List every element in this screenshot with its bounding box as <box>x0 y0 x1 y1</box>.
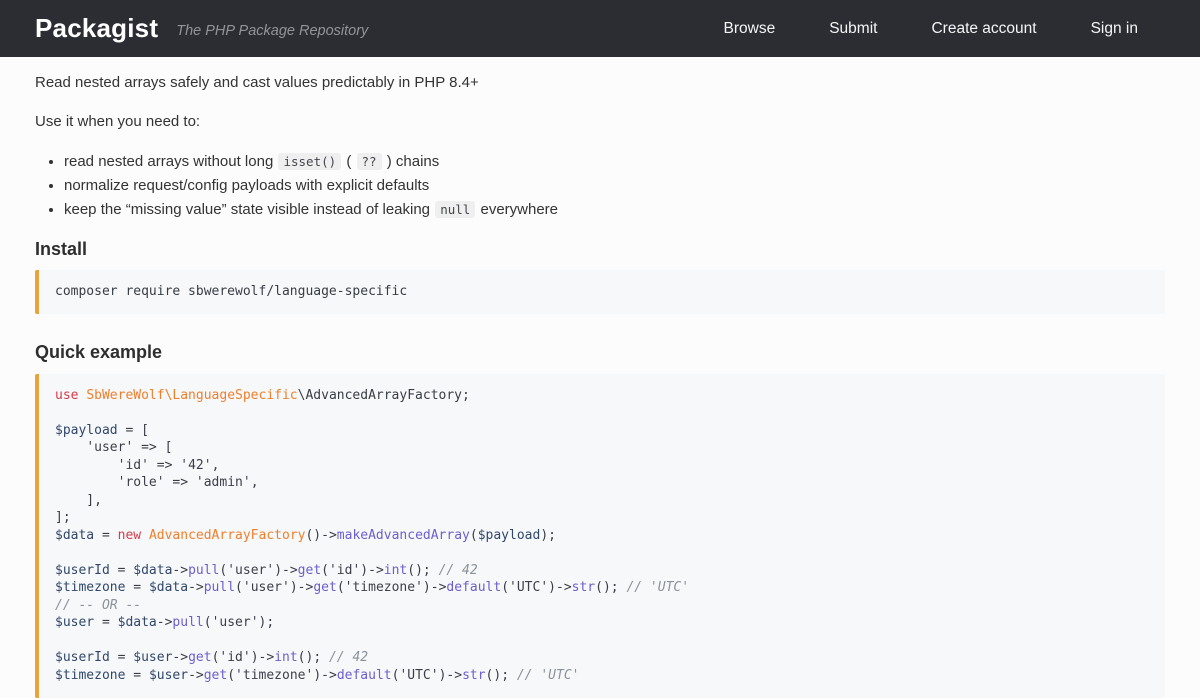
code-line: $user = $data->pull('user'); <box>55 614 1149 632</box>
readme-use-when: Use it when you need to: <box>35 111 1165 133</box>
example-code-block: use SbWereWolf\LanguageSpecific\Advanced… <box>35 374 1165 698</box>
code-line: $payload = [ <box>55 422 1149 440</box>
code-line: 'role' => 'admin', <box>55 474 1149 492</box>
code-line: 'user' => [ <box>55 439 1149 457</box>
quick-example-heading: Quick example <box>35 342 1165 364</box>
inline-code: ?? <box>357 153 382 170</box>
code-line: $userId = $user->get('id')->int(); // 42 <box>55 649 1149 667</box>
site-tagline: The PHP Package Repository <box>176 23 368 39</box>
readme-content: Read nested arrays safely and cast value… <box>0 57 1200 698</box>
install-heading: Install <box>35 239 1165 261</box>
inline-code: null <box>435 201 475 218</box>
code-line: ], <box>55 492 1149 510</box>
code-line <box>55 404 1149 422</box>
feature-list: read nested arrays without long isset() … <box>35 150 1165 222</box>
main-nav: Browse Submit Create account Sign in <box>722 14 1140 44</box>
code-line: ]; <box>55 509 1149 527</box>
nav-sign-in[interactable]: Sign in <box>1089 14 1140 44</box>
list-item: keep the “missing value” state visible i… <box>64 198 1165 222</box>
code-line: use SbWereWolf\LanguageSpecific\Advanced… <box>55 387 1149 405</box>
inline-code: isset() <box>278 153 341 170</box>
code-line <box>55 544 1149 562</box>
install-command: composer require sbwerewolf/language-spe… <box>55 283 1149 300</box>
readme-intro: Read nested arrays safely and cast value… <box>35 72 1165 94</box>
code-line <box>55 632 1149 650</box>
code-line: $userId = $data->pull('user')->get('id')… <box>55 562 1149 580</box>
code-line: $timezone = $data->pull('user')->get('ti… <box>55 579 1149 597</box>
code-line: $data = new AdvancedArrayFactory()->make… <box>55 527 1149 545</box>
list-item: normalize request/config payloads with e… <box>64 174 1165 198</box>
nav-browse[interactable]: Browse <box>722 14 778 44</box>
nav-submit[interactable]: Submit <box>827 14 879 44</box>
nav-create-account[interactable]: Create account <box>929 14 1038 44</box>
list-item: read nested arrays without long isset() … <box>64 150 1165 174</box>
code-line: // -- OR -- <box>55 597 1149 615</box>
site-logo[interactable]: Packagist <box>35 13 158 44</box>
code-line: 'id' => '42', <box>55 457 1149 475</box>
install-code-block: composer require sbwerewolf/language-spe… <box>35 270 1165 314</box>
site-header: Packagist The PHP Package Repository Bro… <box>0 0 1200 57</box>
code-line: $timezone = $user->get('timezone')->defa… <box>55 667 1149 685</box>
